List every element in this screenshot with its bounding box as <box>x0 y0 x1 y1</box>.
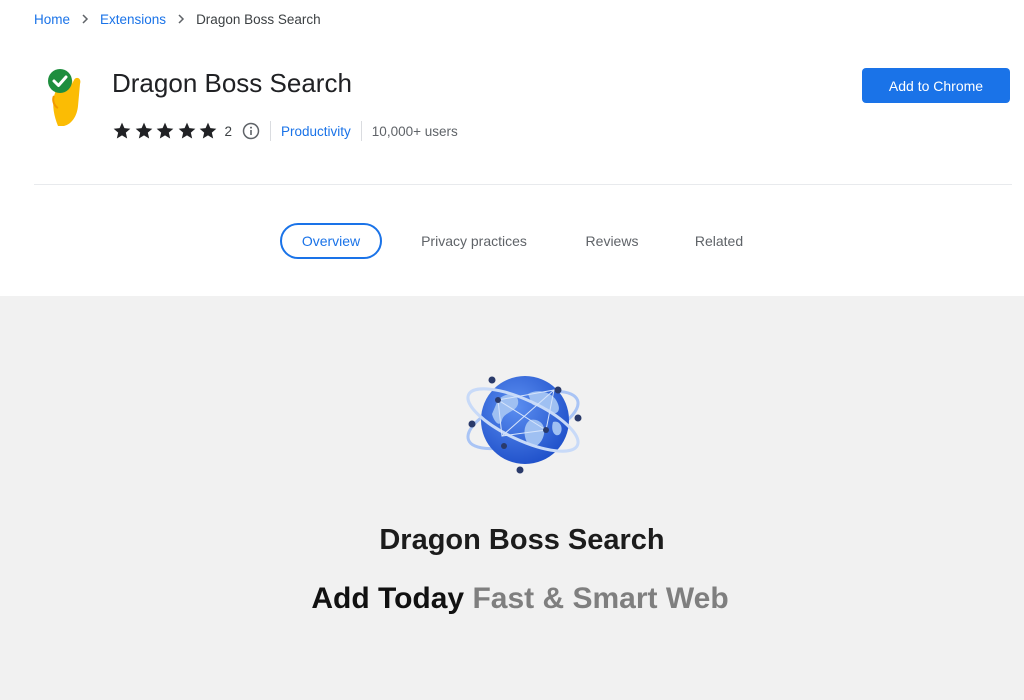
star-icon <box>113 122 131 139</box>
meta-divider <box>270 121 272 141</box>
breadcrumb-current: Dragon Boss Search <box>196 11 321 27</box>
tab-bar: Overview Privacy practices Reviews Relat… <box>0 223 1024 259</box>
extension-meta: 2 Productivity 10,000+ users <box>112 120 458 142</box>
rating-count[interactable]: 2 <box>225 124 233 139</box>
globe-icon <box>466 376 582 474</box>
header-divider <box>34 184 1012 185</box>
chevron-right-icon <box>166 12 196 27</box>
tab-privacy-practices[interactable]: Privacy practices <box>408 223 540 259</box>
promo-tagline: Add Today Fast & Smart Web <box>0 582 1024 616</box>
star-icon <box>178 122 195 139</box>
star-icon <box>199 122 217 139</box>
rating-stars[interactable] <box>112 121 220 141</box>
meta-divider <box>360 121 362 141</box>
add-to-chrome-button[interactable]: Add to Chrome <box>862 68 1010 103</box>
category-link[interactable]: Productivity <box>281 124 351 139</box>
tab-reviews[interactable]: Reviews <box>576 223 648 259</box>
info-icon[interactable] <box>242 122 260 140</box>
promo-title: Dragon Boss Search <box>379 524 665 556</box>
tab-related[interactable]: Related <box>684 223 754 259</box>
extension-title: Dragon Boss Search <box>112 68 352 98</box>
extension-icon <box>44 66 84 128</box>
promo-tagline-part2: Fast & Smart Web <box>472 582 729 615</box>
breadcrumb-home-link[interactable]: Home <box>34 12 70 27</box>
chevron-right-icon <box>70 12 100 27</box>
star-icon <box>135 122 152 139</box>
user-count: 10,000+ users <box>371 123 458 139</box>
breadcrumb-extensions-link[interactable]: Extensions <box>100 12 166 27</box>
star-icon <box>156 122 174 139</box>
breadcrumb: Home Extensions Dragon Boss Search <box>34 10 321 28</box>
hand-checkmark-icon <box>48 69 81 126</box>
tab-overview[interactable]: Overview <box>280 223 382 259</box>
promo-tagline-part1: Add Today <box>311 582 465 615</box>
promo-banner <box>0 296 1024 700</box>
